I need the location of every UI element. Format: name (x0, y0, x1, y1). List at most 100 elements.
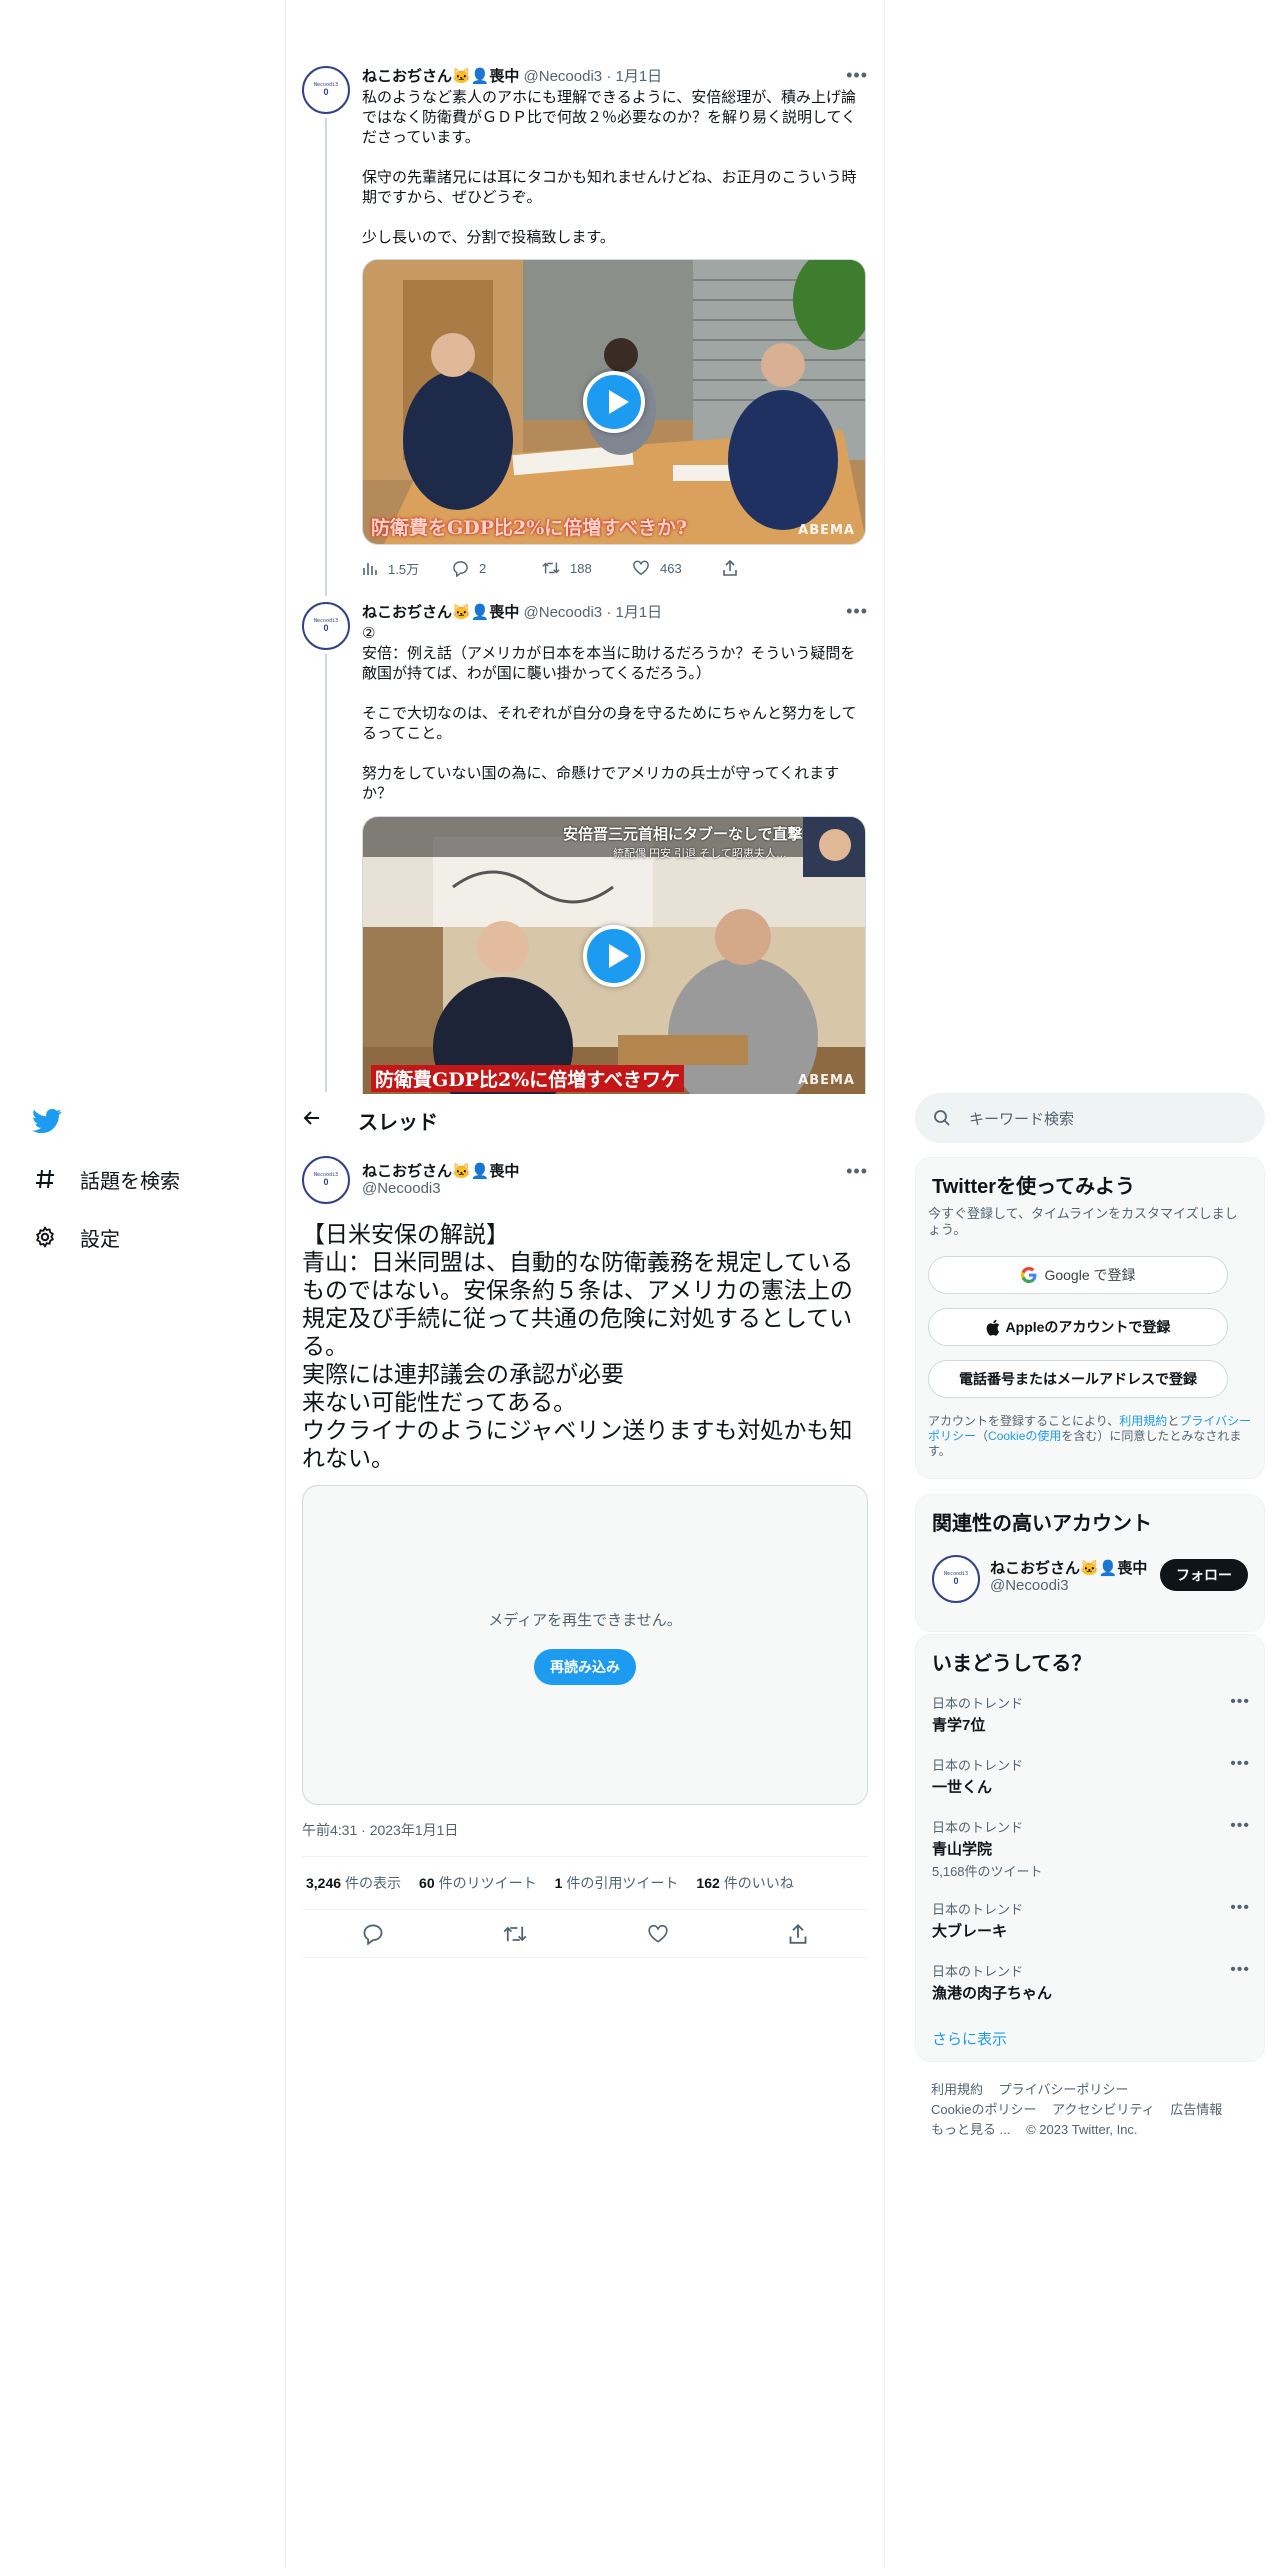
footer-privacy-link[interactable]: プライバシーポリシー (999, 2082, 1129, 2097)
trend-context: 日本のトレンド (932, 1902, 1024, 1917)
trend-item[interactable]: 日本のトレンド 大ブレーキ ••• (932, 1899, 1250, 1941)
search-input[interactable]: キーワード検索 (969, 1108, 1074, 1129)
retweet-icon[interactable] (503, 1924, 527, 1944)
reload-button[interactable]: 再読み込み (534, 1649, 636, 1685)
footer-accessibility-link[interactable]: アクセシビリティ (1052, 2102, 1155, 2117)
trend-name: 大ブレーキ (932, 1923, 1008, 1940)
main-column: Necoodi3 0 ねこおぢさん🐱‍👤喪中 @Necoodi3 · 1月1日 … (286, 0, 884, 2568)
play-icon[interactable] (583, 924, 645, 987)
stat-number: 3,246 (306, 1875, 342, 1891)
trend-count: 5,168件のツイート (932, 1864, 1043, 1879)
related-accounts-card: 関連性の高いアカウント Necoodi3 0 ねこおぢさん🐱‍👤喪中 @Neco… (915, 1494, 1265, 1632)
video-top-caption: 安倍晋三元首相にタブーなしで直撃 (563, 826, 803, 843)
avatar[interactable]: Necoodi3 0 (302, 66, 350, 114)
like-button[interactable]: 463 (632, 560, 722, 576)
trend-item[interactable]: 日本のトレンド 漁港の肉子ちゃん ••• (932, 1961, 1250, 2003)
heart-icon[interactable] (647, 1924, 669, 1944)
more-options-icon[interactable]: ••• (1230, 1755, 1250, 1773)
show-more-link[interactable]: さらに表示 (932, 2028, 1007, 2049)
more-options-icon[interactable]: ••• (846, 602, 868, 620)
play-icon[interactable] (583, 371, 645, 433)
trend-context: 日本のトレンド (932, 1758, 1024, 1773)
footer-copyright: © 2023 Twitter, Inc. (1026, 2122, 1138, 2137)
signup-title: Twitterを使ってみよう (932, 1176, 1136, 1198)
stat-label: 件のいいね (723, 1875, 794, 1891)
back-arrow-icon[interactable] (302, 1108, 322, 1128)
stat-likes[interactable]: 162 件のいいね (696, 1873, 793, 1893)
tweet[interactable]: Necoodi3 0 ねこおぢさん🐱‍👤喪中 @Necoodi3 · 1月1日 … (286, 66, 884, 596)
thread-connector (325, 118, 327, 596)
stat-retweets[interactable]: 60 件のリツイート (419, 1873, 537, 1893)
tweet-actions: 1.5万 2 188 463 (362, 558, 812, 578)
thread-connector (325, 654, 327, 1092)
share-button[interactable] (722, 560, 812, 576)
more-options-icon[interactable]: ••• (1230, 1693, 1250, 1711)
footer-terms-link[interactable]: 利用規約 (931, 2082, 983, 2097)
footer-cookie-link[interactable]: Cookieのポリシー (931, 2102, 1036, 2117)
abema-logo: ABEMA (798, 1073, 855, 1088)
tweet-date[interactable]: · 1月1日 (606, 604, 662, 621)
stat-number: 162 (696, 1875, 720, 1891)
footer-more-link[interactable]: もっと見る ... (931, 2122, 1010, 2137)
trend-item[interactable]: 日本のトレンド 青学7位 ••• (932, 1693, 1250, 1735)
trend-item[interactable]: 日本のトレンド 一世くん ••• (932, 1755, 1250, 1797)
video-thumbnail[interactable]: 防衛費をGDP比2%に倍増すべきか? ABEMA (362, 259, 866, 545)
media-error-box: メディアを再生できません。 再読み込み (302, 1485, 868, 1805)
apple-signup-button[interactable]: Appleのアカウントで登録 (928, 1308, 1228, 1346)
more-options-icon[interactable]: ••• (846, 66, 868, 84)
heart-icon (633, 560, 649, 576)
author-handle[interactable]: @Necoodi3 (524, 604, 603, 621)
tweet[interactable]: Necoodi3 0 ねこおぢさん🐱‍👤喪中 @Necoodi3 · 1月1日 … (286, 602, 884, 1094)
author-name[interactable]: ねこおぢさん🐱‍👤喪中 (362, 68, 519, 85)
retweet-count: 188 (570, 560, 592, 576)
tweet-header: ねこおぢさん🐱‍👤喪中 @Necoodi3 · 1月1日 (362, 66, 868, 88)
avatar[interactable]: Necoodi3 0 (932, 1555, 980, 1603)
nav-settings-label: 設定 (80, 1228, 120, 1251)
reply-icon[interactable] (362, 1923, 384, 1945)
trend-name: 青山学院 (932, 1841, 993, 1858)
terms-text: （ (976, 1429, 989, 1443)
views-count: 1.5万 (388, 561, 420, 577)
search-box[interactable]: キーワード検索 (915, 1093, 1265, 1143)
reply-icon (453, 560, 468, 577)
terms-link[interactable]: 利用規約 (1119, 1414, 1167, 1428)
views-button[interactable]: 1.5万 (362, 559, 452, 578)
like-count: 463 (660, 560, 682, 576)
more-options-icon[interactable]: ••• (1230, 1899, 1250, 1917)
nav-settings[interactable]: 設定 (30, 1222, 120, 1252)
abema-logo: ABEMA (798, 523, 855, 538)
cookie-link[interactable]: Cookieの使用 (988, 1429, 1061, 1443)
related-title: 関連性の高いアカウント (932, 1513, 1152, 1535)
tweet-stats: 3,246 件の表示 60 件のリツイート 1 件の引用ツイート 162 件のいいね (302, 1856, 868, 1910)
retweet-icon (542, 562, 560, 574)
follow-button[interactable]: フォロー (1160, 1559, 1248, 1591)
author-name[interactable]: ねこおぢさん🐱‍👤喪中 (362, 604, 519, 621)
more-options-icon[interactable]: ••• (1230, 1961, 1250, 1979)
tweet-date[interactable]: · 1月1日 (606, 68, 662, 85)
related-account-name[interactable]: ねこおぢさん🐱‍👤喪中 (990, 1557, 1147, 1578)
video-thumbnail[interactable]: 安倍晋三元首相にタブーなしで直撃 統配偶 円安 引退 そして昭恵夫人… 防衛費G… (362, 816, 866, 1094)
author-name[interactable]: ねこおぢさん🐱‍👤喪中 (362, 1160, 519, 1181)
twitter-logo-icon[interactable] (32, 1106, 62, 1136)
author-handle[interactable]: @Necoodi3 (362, 1180, 441, 1197)
more-options-icon[interactable]: ••• (1230, 1817, 1250, 1835)
related-account-handle[interactable]: @Necoodi3 (990, 1577, 1069, 1594)
avatar[interactable]: Necoodi3 0 (302, 602, 350, 650)
terms-text: と (1167, 1414, 1180, 1428)
share-icon[interactable] (788, 1923, 808, 1944)
avatar[interactable]: Necoodi3 0 (302, 1156, 350, 1204)
more-options-icon[interactable]: ••• (846, 1162, 868, 1180)
footer-ads-link[interactable]: 広告情報 (1170, 2102, 1222, 2117)
retweet-button[interactable]: 188 (542, 560, 632, 576)
reply-button[interactable]: 2 (452, 560, 542, 577)
tweet-timestamp[interactable]: 午前4:31 · 2023年1月1日 (302, 1820, 458, 1840)
stat-views[interactable]: 3,246 件の表示 (306, 1873, 401, 1893)
stat-quotes[interactable]: 1 件の引用ツイート (555, 1873, 679, 1893)
phone-email-signup-button[interactable]: 電話番号またはメールアドレスで登録 (928, 1360, 1228, 1398)
author-handle[interactable]: @Necoodi3 (524, 68, 603, 85)
google-signup-button[interactable]: Google で登録 (928, 1256, 1228, 1294)
nav-explore[interactable]: 話題を検索 (30, 1164, 180, 1194)
stat-number: 60 (419, 1875, 435, 1891)
trend-item[interactable]: 日本のトレンド 青山学院 5,168件のツイート ••• (932, 1817, 1250, 1880)
reply-count: 2 (479, 560, 487, 576)
